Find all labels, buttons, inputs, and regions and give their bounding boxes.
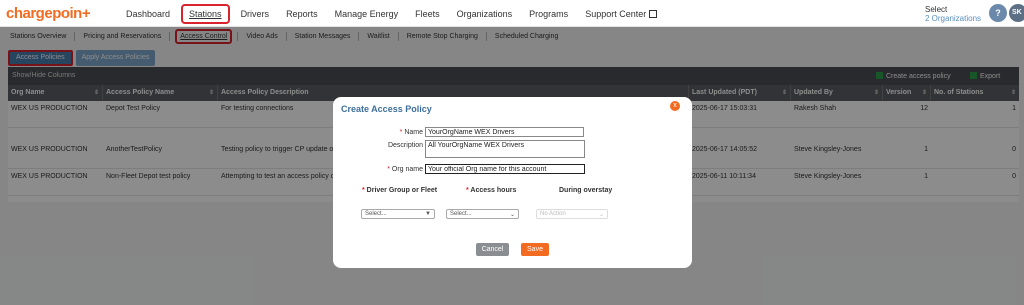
driver-group-header: * Driver Group or Fleet (362, 187, 438, 194)
overstay-select: No Action ⌄ (536, 209, 608, 219)
orgname-input[interactable] (425, 164, 585, 174)
nav-reports[interactable]: Reports (280, 6, 324, 22)
dialog-title: Create Access Policy (341, 104, 432, 114)
name-label: * Name (399, 129, 423, 136)
close-icon[interactable]: x (670, 101, 680, 111)
select-value: No Action (540, 211, 566, 217)
description-label: Description (387, 142, 423, 149)
chevron-down-icon: ⌄ (598, 212, 604, 218)
help-button[interactable]: ? (989, 4, 1007, 22)
cancel-button[interactable]: Cancel (476, 243, 509, 256)
description-input[interactable]: All YourOrgName WEX Drivers (425, 140, 585, 158)
nav-manage-energy[interactable]: Manage Energy (329, 6, 405, 22)
driver-group-select[interactable]: Select... ▼ (361, 209, 435, 219)
nav-organizations[interactable]: Organizations (451, 6, 519, 22)
main-nav: Dashboard Stations Drivers Reports Manag… (120, 0, 668, 27)
access-hours-select[interactable]: Select... ⌄ (446, 209, 519, 219)
org-selector-value: 2 Organizations (925, 14, 982, 23)
top-navbar: chargepoin+ Dashboard Stations Drivers R… (0, 0, 1024, 27)
nav-stations[interactable]: Stations (181, 3, 230, 24)
chevron-down-icon: ▼ (425, 211, 431, 217)
overstay-header: During overstay (559, 187, 613, 194)
nav-support-center[interactable]: Support Center (579, 6, 663, 22)
user-avatar[interactable]: SK (1009, 4, 1024, 22)
org-selector[interactable]: Select 2 Organizations (925, 5, 981, 23)
access-hours-header: * Access hours (466, 187, 517, 194)
nav-programs[interactable]: Programs (523, 6, 574, 22)
chevron-down-icon: ⌄ (509, 212, 515, 218)
nav-drivers[interactable]: Drivers (235, 6, 276, 22)
external-link-icon (649, 9, 658, 18)
name-input[interactable] (425, 127, 584, 137)
nav-fleets[interactable]: Fleets (409, 6, 446, 22)
select-value: Select... (450, 211, 472, 217)
select-value: Select... (365, 211, 387, 217)
nav-dashboard[interactable]: Dashboard (120, 6, 176, 22)
org-selector-label: Select (925, 5, 948, 14)
orgname-label: * Org name (387, 166, 423, 173)
save-button[interactable]: Save (521, 243, 549, 256)
chargepoint-logo[interactable]: chargepoin+ (6, 5, 91, 22)
create-access-policy-dialog: Create Access Policy x * Name Descriptio… (333, 97, 692, 268)
support-center-label: Support Center (585, 8, 647, 19)
